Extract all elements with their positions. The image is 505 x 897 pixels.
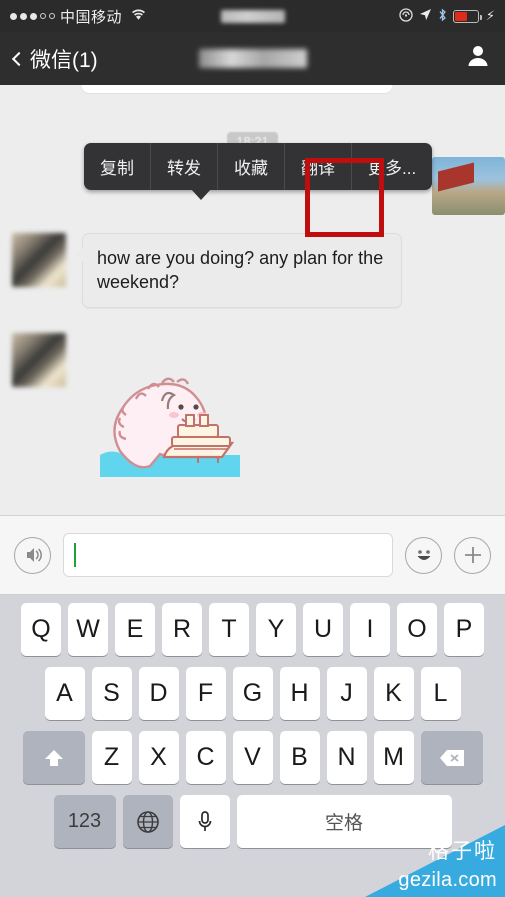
signal-dot-empty xyxy=(49,13,55,19)
bluetooth-icon xyxy=(438,8,447,25)
key-F[interactable]: F xyxy=(185,667,226,720)
rotation-lock-icon xyxy=(399,7,413,25)
voice-record-icon[interactable] xyxy=(14,536,51,574)
wifi-icon xyxy=(130,8,147,24)
carrier-label: 中国移动 xyxy=(60,8,123,26)
battery-fill xyxy=(454,11,467,21)
context-menu-item-translate[interactable]: 翻译 xyxy=(285,143,352,190)
back-button[interactable]: 微信(1) xyxy=(11,44,98,74)
key-E[interactable]: E xyxy=(115,603,155,656)
key-Q[interactable]: Q xyxy=(21,603,61,656)
key-S[interactable]: S xyxy=(91,667,132,720)
plus-circle-icon[interactable] xyxy=(454,536,491,574)
virtual-keyboard[interactable]: Q W E R T Y U I O P A S D F G H J K L Z … xyxy=(0,595,505,897)
battery-low-icon xyxy=(452,9,482,23)
chat-message-list[interactable]: 18:21 复制 转发 收藏 翻译 更多... how are you doin… xyxy=(0,85,505,515)
key-B[interactable]: B xyxy=(279,731,320,784)
signal-dot xyxy=(20,12,27,20)
blurred-contact-name xyxy=(198,49,307,68)
key-A[interactable]: A xyxy=(44,667,85,720)
incoming-message-bubble[interactable]: how are you doing? any plan for the week… xyxy=(75,233,402,308)
status-bar-right: ⚡ xyxy=(399,7,495,25)
blurred-title xyxy=(220,9,285,23)
key-M[interactable]: M xyxy=(373,731,414,784)
signal-dot-empty xyxy=(40,13,46,19)
back-button-label: 微信(1) xyxy=(30,48,98,72)
key-H[interactable]: H xyxy=(279,667,320,720)
key-J[interactable]: J xyxy=(326,667,367,720)
context-menu-item-copy[interactable]: 复制 xyxy=(84,143,151,190)
key-Z[interactable]: Z xyxy=(91,731,132,784)
signal-strength-dots xyxy=(10,12,55,20)
lightning-bolt-icon: ⚡ xyxy=(485,8,495,23)
key-N[interactable]: N xyxy=(326,731,367,784)
number-mode-key[interactable]: 123 xyxy=(53,795,116,848)
key-K[interactable]: K xyxy=(373,667,414,720)
keyboard-row-3: Z X C V B N M xyxy=(0,731,505,784)
keyboard-row-4: 123 空格 xyxy=(0,795,505,848)
message-row-sticker xyxy=(12,333,252,483)
globe-language-icon[interactable] xyxy=(122,795,173,848)
photo-message-thumbnail[interactable] xyxy=(432,157,505,215)
key-X[interactable]: X xyxy=(138,731,179,784)
status-bar: 中国移动 ⚡ xyxy=(0,0,505,32)
phone-screen: 中国移动 ⚡ 微信(1) 18:21 复制 转发 收藏 翻译 更多... how… xyxy=(0,0,505,897)
navigation-bar: 微信(1) xyxy=(0,32,505,85)
message-text-input[interactable] xyxy=(63,533,393,577)
message-input-bar xyxy=(0,515,505,595)
message-context-menu[interactable]: 复制 转发 收藏 翻译 更多... xyxy=(84,143,433,190)
key-V[interactable]: V xyxy=(232,731,273,784)
key-I[interactable]: I xyxy=(350,603,390,656)
sticker-message[interactable] xyxy=(82,333,252,483)
key-W[interactable]: W xyxy=(68,603,108,656)
message-text: how are you doing? any plan for the week… xyxy=(97,248,384,293)
keyboard-row-2: A S D F G H J K L xyxy=(0,667,505,720)
key-R[interactable]: R xyxy=(162,603,202,656)
key-D[interactable]: D xyxy=(138,667,179,720)
key-G[interactable]: G xyxy=(232,667,273,720)
backspace-delete-icon[interactable] xyxy=(420,731,483,784)
avatar[interactable] xyxy=(12,233,66,287)
key-C[interactable]: C xyxy=(185,731,226,784)
message-row-text: how are you doing? any plan for the week… xyxy=(12,233,402,308)
partial-message-bubble-above xyxy=(82,85,392,93)
context-menu-item-more[interactable]: 更多... xyxy=(352,143,432,190)
person-icon[interactable] xyxy=(465,43,491,74)
key-L[interactable]: L xyxy=(420,667,461,720)
space-key[interactable]: 空格 xyxy=(236,795,452,848)
pink-dinosaur-pushing-boat-sticker xyxy=(82,333,252,483)
key-T[interactable]: T xyxy=(209,603,249,656)
key-U[interactable]: U xyxy=(303,603,343,656)
key-P[interactable]: P xyxy=(444,603,484,656)
keyboard-row-1: Q W E R T Y U I O P xyxy=(0,603,505,656)
key-Y[interactable]: Y xyxy=(256,603,296,656)
signal-dot xyxy=(30,12,37,20)
key-O[interactable]: O xyxy=(397,603,437,656)
status-bar-left: 中国移动 xyxy=(10,6,147,27)
location-arrow-icon xyxy=(419,8,432,24)
signal-dot xyxy=(10,12,17,20)
shift-up-arrow-icon[interactable] xyxy=(22,731,85,784)
microphone-icon[interactable] xyxy=(179,795,230,848)
context-menu-item-forward[interactable]: 转发 xyxy=(151,143,218,190)
context-menu-item-favorite[interactable]: 收藏 xyxy=(218,143,285,190)
text-cursor xyxy=(74,543,76,567)
smiley-face-icon[interactable] xyxy=(405,536,442,574)
avatar[interactable] xyxy=(12,333,66,387)
chevron-left-icon xyxy=(11,51,27,66)
context-menu-pointer-arrow xyxy=(190,188,212,200)
